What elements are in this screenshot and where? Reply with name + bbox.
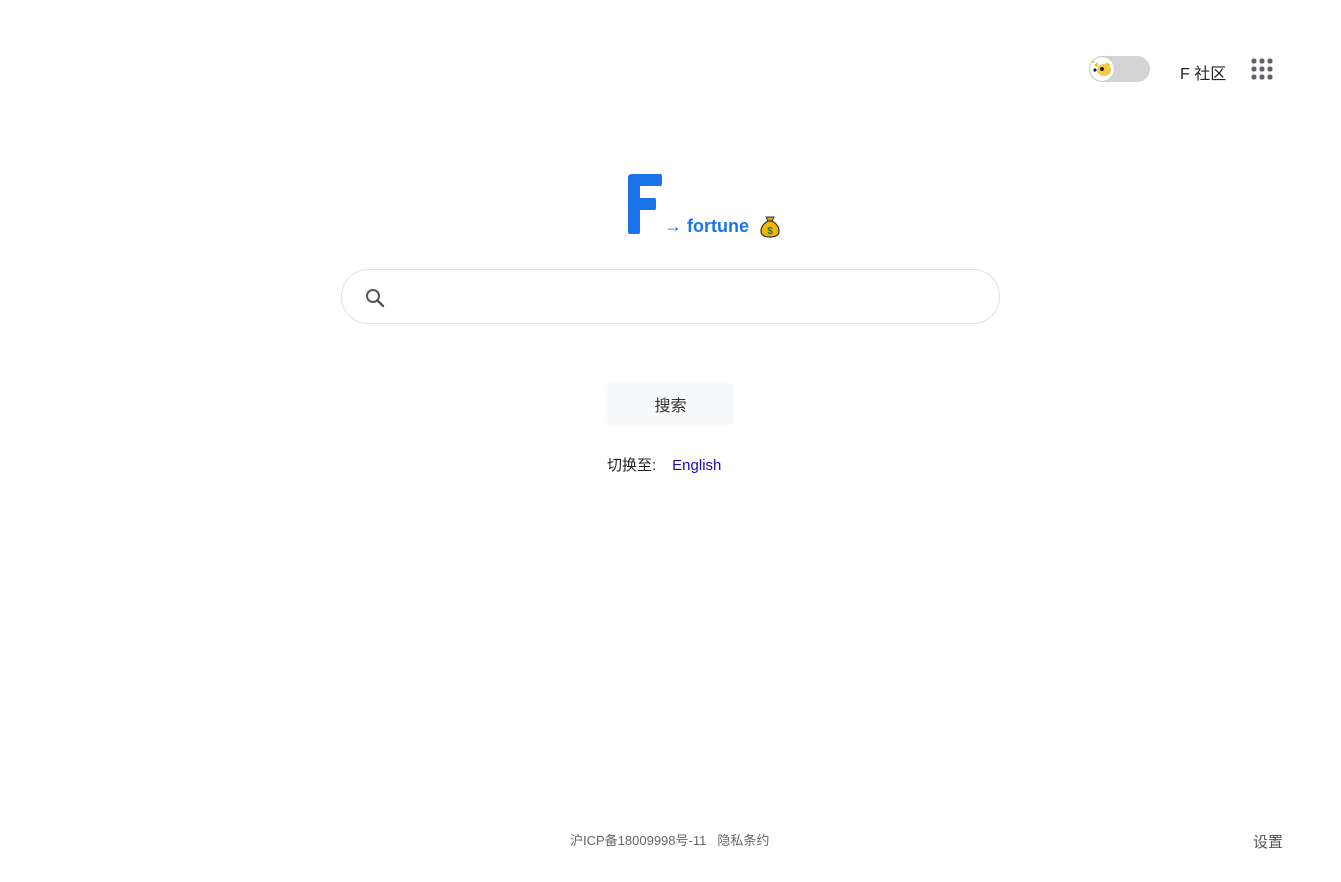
money-bag-icon: $ (760, 216, 780, 238)
theme-toggle[interactable] (1089, 56, 1150, 82)
language-label: 切换至: (607, 457, 657, 474)
settings-link[interactable]: 设置 (1253, 831, 1283, 852)
site-logo: → fortune $ (622, 170, 792, 245)
icp-link[interactable]: 沪ICP备18009998号-11 (570, 833, 706, 848)
search-button[interactable]: 搜索 (607, 383, 734, 425)
community-link[interactable]: F 社区 (1180, 60, 1226, 84)
footer-links: 沪ICP备18009998号-11 隐私条约 (570, 830, 769, 849)
search-icon (366, 289, 385, 308)
logo-tagline: → fortune (664, 216, 749, 236)
logo-letter-f (628, 174, 662, 234)
privacy-link[interactable]: 隐私条约 (717, 833, 769, 848)
cartoon-face-icon (1092, 61, 1111, 76)
search-input[interactable] (402, 278, 976, 316)
search-box (341, 269, 1000, 324)
language-switch: 切换至: English (607, 454, 721, 475)
home-page: F 社区 → fortune $ 搜索 切换至: English 沪ICP备18… (0, 0, 1341, 882)
language-link-english[interactable]: English (672, 457, 721, 474)
toggle-knob (1090, 57, 1114, 81)
apps-grid-icon[interactable] (1251, 58, 1273, 80)
svg-text:$: $ (767, 226, 773, 237)
